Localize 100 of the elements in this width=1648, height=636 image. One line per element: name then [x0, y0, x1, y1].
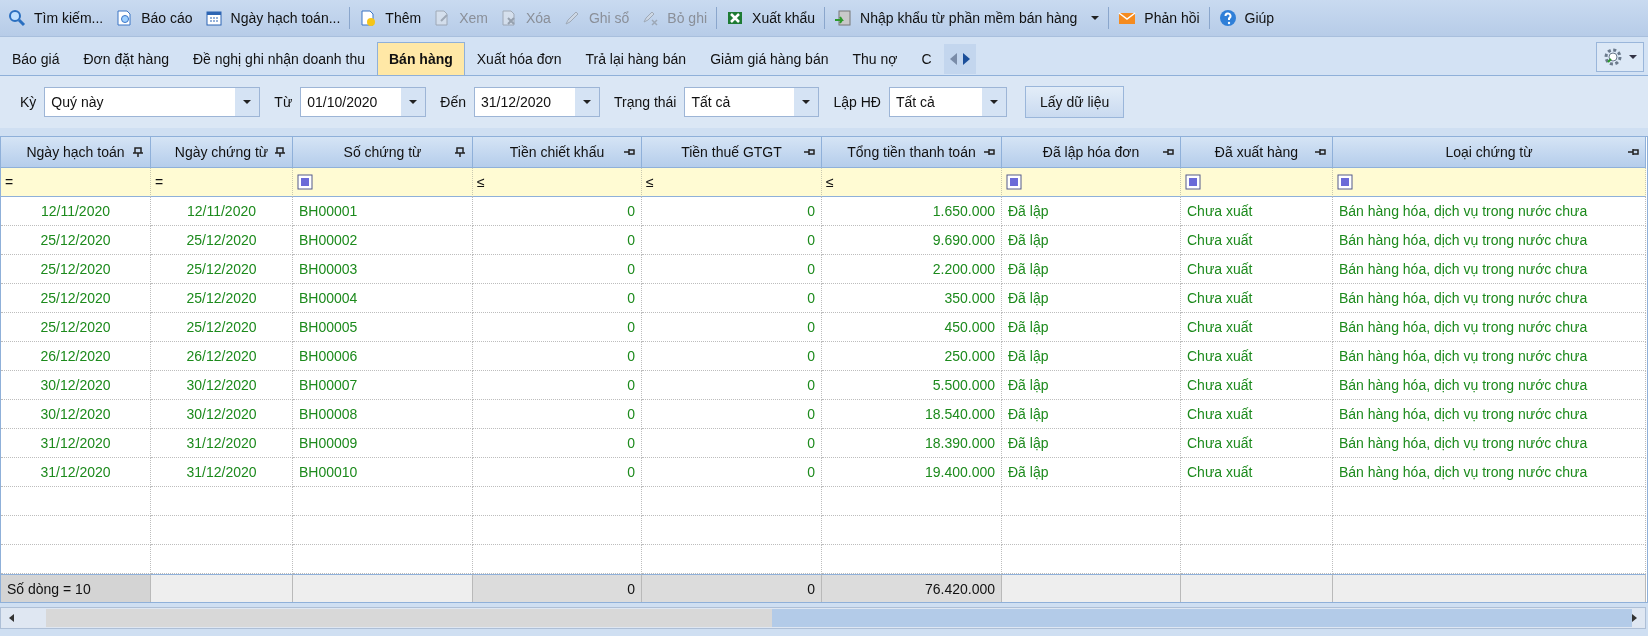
tab[interactable]: Bán hàng: [377, 42, 465, 75]
toolbar-button[interactable]: Nhập khẩu từ phần mềm bán hàng: [828, 3, 1106, 33]
fetch-data-button[interactable]: Lấy dữ liệu: [1024, 86, 1125, 118]
filter-checkbox-icon[interactable]: [297, 174, 313, 190]
table-cell: Bán hàng hóa, dịch vụ trong nước chưa: [1333, 429, 1646, 458]
table-cell: Bán hàng hóa, dịch vụ trong nước chưa: [1333, 342, 1646, 371]
table-cell: 450.000: [822, 313, 1002, 342]
column-header[interactable]: Loại chứng từ: [1333, 137, 1646, 168]
filter-cell[interactable]: [293, 168, 473, 197]
toolbar-button[interactable]: Ngày hạch toán...: [198, 3, 347, 33]
table-cell: BH00005: [293, 313, 473, 342]
table-cell: 0: [642, 429, 822, 458]
toolbar-button[interactable]: Báo cáo: [109, 3, 199, 33]
pin-icon[interactable]: [132, 147, 144, 157]
dropdown-field[interactable]: Quý này: [44, 87, 261, 117]
filter-cell[interactable]: [1002, 168, 1181, 197]
table-cell: 0: [473, 342, 642, 371]
pin-icon[interactable]: [983, 147, 995, 157]
pin-icon[interactable]: [623, 147, 635, 157]
tab[interactable]: Giảm giá hàng bán: [698, 42, 841, 75]
tab-scroll-buttons[interactable]: [943, 44, 976, 74]
horizontal-scrollbar[interactable]: [0, 607, 1646, 629]
table-cell: Đã lập: [1002, 284, 1181, 313]
table-cell: 18.540.000: [822, 400, 1002, 429]
table-cell: Bán hàng hóa, dịch vụ trong nước chưa: [1333, 255, 1646, 284]
toolbar-button[interactable]: Thêm: [353, 3, 428, 33]
filter-cell[interactable]: [1181, 168, 1333, 197]
table-cell: 0: [473, 371, 642, 400]
column-header[interactable]: Tiền chiết khấu: [473, 137, 642, 168]
column-header[interactable]: Đã lập hóa đơn: [1002, 137, 1181, 168]
dropdown-field[interactable]: Tất cả: [888, 87, 1007, 117]
column-header[interactable]: Tổng tiền thanh toán: [822, 137, 1002, 168]
filter-label: Từ: [274, 94, 293, 110]
table-cell: 25/12/2020: [151, 226, 293, 255]
settings-button[interactable]: [1596, 42, 1644, 72]
table-cell: 31/12/2020: [1, 429, 151, 458]
tab[interactable]: Xuất hóa đơn: [464, 42, 574, 75]
table-cell: Đã lập: [1002, 371, 1181, 400]
filter-checkbox-icon[interactable]: [1337, 174, 1353, 190]
table-cell: 0: [473, 400, 642, 429]
column-header[interactable]: Ngày hạch toán: [1, 137, 151, 168]
pin-icon[interactable]: [1627, 147, 1639, 157]
table-cell: Bán hàng hóa, dịch vụ trong nước chưa: [1333, 400, 1646, 429]
help-icon: [1218, 9, 1237, 27]
toolbar-button[interactable]: Giúp: [1212, 3, 1281, 33]
table-cell: Chưa xuất: [1181, 458, 1333, 487]
toolbar-button[interactable]: Xuất khẩu: [720, 3, 822, 33]
table-cell: 31/12/2020: [151, 429, 293, 458]
tab[interactable]: C: [909, 42, 944, 75]
table-cell: Bán hàng hóa, dịch vụ trong nước chưa: [1333, 226, 1646, 255]
table-cell: 19.400.000: [822, 458, 1002, 487]
table-cell: BH00009: [293, 429, 473, 458]
table-cell: Đã lập: [1002, 429, 1181, 458]
tab[interactable]: Báo giá: [0, 42, 72, 75]
table-cell: 0: [642, 255, 822, 284]
table-cell: 30/12/2020: [151, 371, 293, 400]
new-icon: [359, 9, 378, 27]
table-cell: 0: [473, 226, 642, 255]
column-header[interactable]: Tiền thuế GTGT: [642, 137, 822, 168]
table-cell: Đã lập: [1002, 197, 1181, 226]
table-cell: Chưa xuất: [1181, 313, 1333, 342]
report-icon: [115, 9, 134, 27]
date-picker[interactable]: 31/12/2020: [473, 87, 600, 117]
dropdown-field[interactable]: Tất cả: [684, 87, 820, 117]
delete-icon: [499, 9, 518, 27]
column-header[interactable]: Ngày chứng từ: [151, 137, 293, 168]
toolbar-button[interactable]: Phản hồi: [1112, 3, 1206, 33]
table-cell: Chưa xuất: [1181, 226, 1333, 255]
tab[interactable]: Trả lại hàng bán: [573, 42, 699, 75]
column-header[interactable]: Số chứng từ: [293, 137, 473, 168]
table-cell: 25/12/2020: [1, 313, 151, 342]
filter-checkbox-icon[interactable]: [1006, 174, 1022, 190]
toolbar-button[interactable]: Tìm kiếm...: [2, 3, 110, 33]
column-header[interactable]: Đã xuất hàng: [1181, 137, 1333, 168]
excel-icon: [726, 9, 745, 27]
table-cell: 0: [473, 255, 642, 284]
filter-checkbox-icon[interactable]: [1185, 174, 1201, 190]
pin-icon[interactable]: [1314, 147, 1326, 157]
filter-cell[interactable]: ≤: [473, 168, 642, 197]
tab[interactable]: Đơn đặt hàng: [71, 42, 181, 75]
filter-cell[interactable]: ≤: [642, 168, 822, 197]
table-cell: BH00003: [293, 255, 473, 284]
table-cell: BH00001: [293, 197, 473, 226]
table-cell: BH00008: [293, 400, 473, 429]
filter-cell[interactable]: =: [151, 168, 293, 197]
pin-icon[interactable]: [1162, 147, 1174, 157]
filter-cell[interactable]: =: [1, 168, 151, 197]
row-count: Số dòng = 10: [1, 574, 151, 602]
table-cell: 350.000: [822, 284, 1002, 313]
tab[interactable]: Thu nợ: [840, 42, 910, 75]
filter-cell[interactable]: [1333, 168, 1646, 197]
date-picker[interactable]: 01/10/2020: [300, 87, 427, 117]
filter-cell[interactable]: ≤: [822, 168, 1002, 197]
pin-icon[interactable]: [454, 147, 466, 157]
tab[interactable]: Đề nghị ghi nhận doanh thu: [180, 42, 377, 75]
table-cell: 12/11/2020: [151, 197, 293, 226]
pin-icon[interactable]: [803, 147, 815, 157]
pin-icon[interactable]: [274, 147, 286, 157]
table-cell: 0: [642, 197, 822, 226]
table-cell: 25/12/2020: [1, 255, 151, 284]
